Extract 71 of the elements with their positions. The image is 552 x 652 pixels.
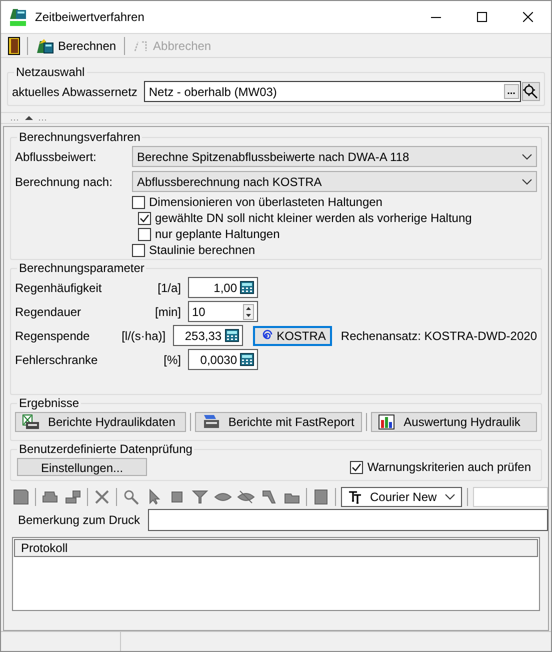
checkbox-label: nur geplante Haltungen [155, 227, 280, 241]
checkbox[interactable] [132, 196, 145, 208]
print-settings-icon[interactable] [64, 488, 82, 506]
eye-slash-icon[interactable] [237, 488, 255, 506]
chevron-down-icon [445, 494, 455, 500]
group-title: Ergebnisse [17, 396, 82, 410]
checkbox-label: gewählte DN soll nicht kleiner werden als vorherige Haltung [155, 211, 472, 225]
checkbox[interactable] [350, 460, 364, 474]
search-button[interactable] [522, 82, 540, 101]
input-field[interactable] [473, 487, 548, 507]
group-title: Berechnungsverfahren [17, 130, 142, 144]
splitter-grip-icon[interactable] [11, 115, 47, 121]
bar-chart-document-icon [378, 414, 396, 430]
report-button[interactable]: Auswertung Hydraulik [370, 412, 537, 432]
remark-field[interactable] [148, 509, 548, 531]
network-field[interactable]: Netz - oberhalb (MW03) ... [144, 81, 521, 102]
number-field[interactable]: 10 [188, 301, 258, 322]
exit-button[interactable] [5, 34, 23, 56]
toolbar-button[interactable]: Berechnen [32, 34, 120, 56]
field-label: Abflussbeiwert: [15, 148, 98, 166]
number-field[interactable]: 1,00 [188, 277, 258, 298]
browse-button[interactable]: ... [504, 84, 519, 99]
group-title: Netzauswahl [14, 65, 87, 79]
field-label: Berechnung nach: [15, 174, 114, 190]
chevron-down-icon [522, 178, 532, 184]
app-icon [9, 7, 27, 27]
field-label: Bemerkung zum Druck [18, 512, 142, 529]
report-button[interactable]: Berichte Hydraulikdaten [15, 412, 186, 432]
minimize-icon [431, 16, 441, 18]
column-header: Protokoll [14, 539, 538, 557]
unit-label: [1/a] [156, 280, 181, 296]
field-label: Fehlerschranke [15, 352, 99, 368]
settings-button[interactable]: Einstellungen... [17, 458, 147, 476]
delete-icon[interactable] [93, 488, 111, 506]
checkbox[interactable] [138, 228, 151, 240]
close-icon [523, 12, 533, 22]
checkbox-label: Staulinie berechnen [149, 243, 256, 257]
unit-label: [l/(s·ha)] [120, 328, 166, 344]
search-icon[interactable] [122, 488, 140, 506]
checkbox[interactable] [132, 244, 145, 256]
calculator-folder-icon [36, 38, 54, 54]
field-label: Regenspende [15, 328, 91, 344]
method-note: Rechenansatz: KOSTRA-DWD-2020 [340, 328, 537, 344]
search-icon [523, 84, 538, 99]
field-label: Regenhäufigkeit [15, 280, 103, 296]
window-title: Zeitbeiwertverfahren [35, 9, 144, 26]
field-label: Regendauer [15, 304, 82, 320]
spinner-icon[interactable] [243, 304, 254, 320]
dropdown[interactable]: Berechne Spitzenabflussbeiwerte nach DWA-A 118 [132, 146, 537, 167]
field-label: aktuelles Abwassernetz [12, 84, 138, 100]
unit-label: [%] [162, 352, 181, 368]
number-field[interactable]: 0,0030 [188, 349, 258, 370]
printer-icon [202, 414, 220, 430]
door-icon [8, 36, 20, 54]
font-dropdown[interactable]: Courier New [341, 487, 462, 507]
checkbox-label: Dimensionieren von überlasteten Haltungen [149, 195, 382, 209]
unit-label: [min] [154, 304, 181, 320]
save-icon[interactable] [12, 488, 30, 506]
group-title: Benutzerdefinierte Datenprüfung [17, 442, 194, 456]
font-icon [348, 490, 362, 504]
report-icon [22, 414, 40, 430]
chevron-down-icon [522, 154, 532, 160]
maximize-icon [477, 12, 487, 22]
report-button[interactable]: Berichte mit FastReport [195, 412, 362, 432]
checkbox[interactable] [138, 212, 151, 224]
number-field[interactable]: 253,33 [172, 325, 243, 346]
kostra-button[interactable]: KOSTRA [252, 326, 332, 346]
dropdown[interactable]: Abflussberechnung nach KOSTRA [132, 171, 537, 192]
group-title: Berechnungsparameter [17, 261, 146, 275]
filter-icon[interactable] [191, 488, 209, 506]
checkbox-label: Warnungskriterien auch prüfen [367, 460, 531, 474]
